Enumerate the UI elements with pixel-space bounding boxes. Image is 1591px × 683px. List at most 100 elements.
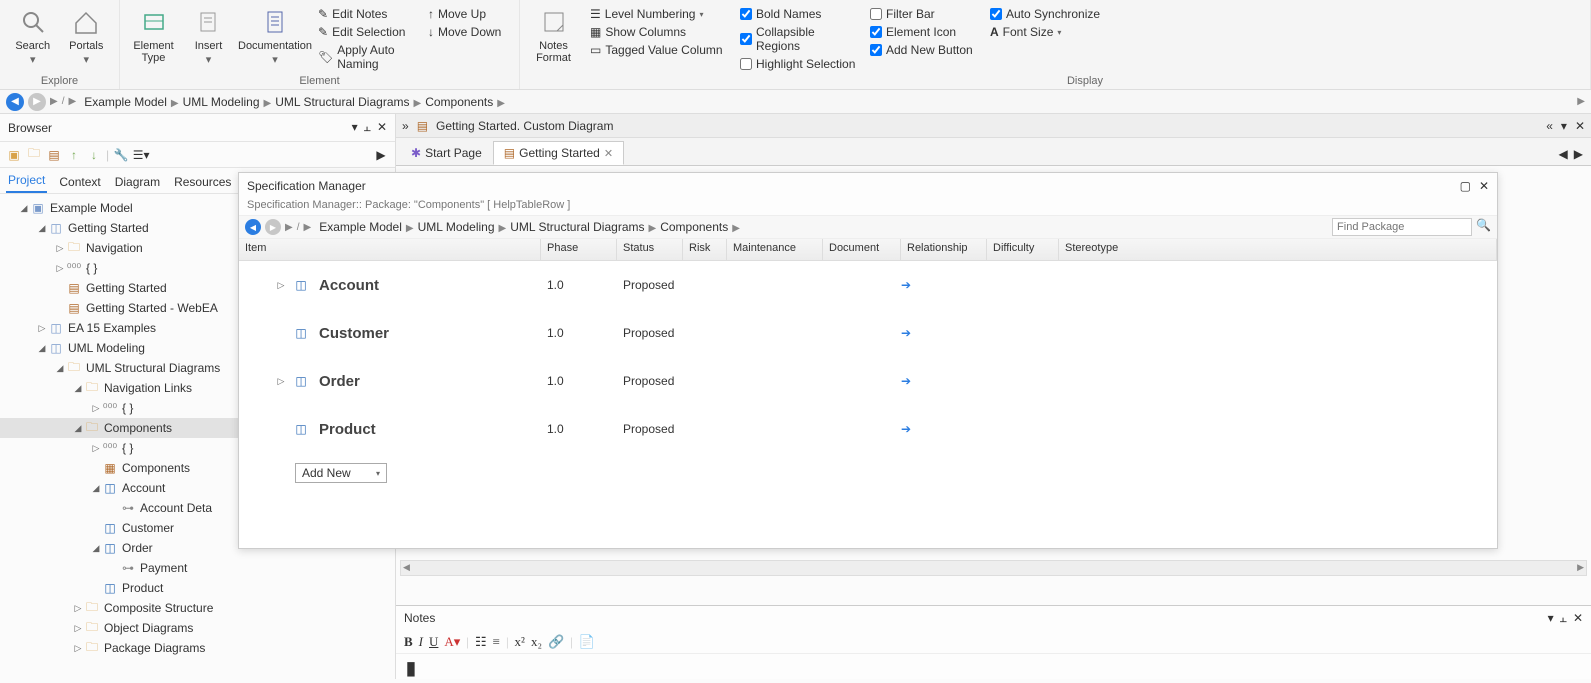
tree-item[interactable]: ▷🗀Composite Structure	[0, 598, 395, 618]
insert-button[interactable]: Insert▾	[181, 2, 236, 72]
tree-item[interactable]: ⊶Payment	[0, 558, 395, 578]
notes-format-button[interactable]: Notes Format	[526, 2, 581, 64]
edit-notes: ✎Edit Notes	[314, 6, 424, 22]
label: Element Type	[126, 40, 181, 64]
dropdown-icon[interactable]: ▾	[352, 120, 358, 135]
browser-header: Browser ▾ ⫠ ✕	[0, 114, 395, 142]
font-size[interactable]: AFont Size ▾	[986, 24, 1116, 40]
breadcrumb-items[interactable]: Example Model▶UML Modeling▶UML Structura…	[80, 95, 505, 109]
doc-button[interactable]: 📄	[579, 634, 595, 650]
apply-auto-naming[interactable]: 🏷Apply Auto Naming	[314, 42, 424, 72]
scroll-left-icon[interactable]: ◀	[1559, 147, 1568, 161]
collapse-icon[interactable]: «	[1546, 119, 1553, 133]
col-phase[interactable]: Phase	[541, 239, 617, 260]
nav-back-button[interactable]: ◀	[6, 93, 24, 111]
close-icon[interactable]: ✕	[1573, 611, 1583, 626]
spec-row[interactable]: ◫Customer1.0Proposed➔	[239, 309, 1497, 357]
add-new-button[interactable]: Add New▾	[295, 463, 387, 483]
specification-manager: Specification Manager ▢ ✕ Specification …	[238, 172, 1498, 549]
portals-button[interactable]: Portals▾	[60, 2, 114, 66]
bold-names-check[interactable]: Bold Names	[736, 6, 866, 22]
find-package-input[interactable]	[1332, 218, 1472, 236]
tab-getting-started[interactable]: ▤Getting Started✕	[493, 141, 624, 165]
col-risk[interactable]: Risk	[683, 239, 727, 260]
tab-start-page[interactable]: ✱Start Page	[400, 141, 493, 165]
close-icon[interactable]: ✕	[1575, 119, 1585, 133]
notes-panel: Notes ▾ ⫠ ✕ B I U A▾ | ☷ ≡ | x² x₂ 🔗 |	[396, 605, 1591, 679]
show-columns[interactable]: ▦Show Columns	[586, 24, 736, 40]
up-icon[interactable]: ↑	[66, 147, 82, 163]
tab-resources[interactable]: Resources	[172, 171, 233, 193]
h-scrollbar[interactable]: ◀ ▶	[400, 560, 1587, 576]
col-item[interactable]: Item	[239, 239, 541, 260]
pin-icon[interactable]: ⫠	[1560, 611, 1567, 626]
tree-item[interactable]: ▷🗀Object Diagrams	[0, 618, 395, 638]
close-icon[interactable]: ✕	[604, 147, 613, 160]
down-icon[interactable]: ↓	[86, 147, 102, 163]
move-up: ↑Move Up	[424, 6, 512, 22]
col-relationship[interactable]: Relationship	[901, 239, 987, 260]
documentation-button[interactable]: Documentation▾	[236, 2, 314, 72]
spec-row[interactable]: ▷◫Account1.0Proposed➔	[239, 261, 1497, 309]
element-type-button[interactable]: Element Type	[126, 2, 181, 72]
pin-icon[interactable]: ⫠	[364, 120, 371, 135]
diagram-icon[interactable]: ▤	[46, 147, 62, 163]
add-new-check[interactable]: Add New Button	[866, 42, 986, 58]
folder-icon[interactable]: 🗀	[26, 147, 42, 163]
tagged-value-column[interactable]: ▭Tagged Value Column	[586, 42, 736, 58]
dropdown-icon[interactable]: ▾	[1561, 119, 1567, 133]
search-icon[interactable]: 🔍	[1476, 218, 1491, 236]
col-status[interactable]: Status	[617, 239, 683, 260]
scroll-right-icon[interactable]: ▶	[1574, 147, 1583, 161]
collapsible-check[interactable]: Collapsible Regions	[736, 24, 866, 54]
group-label: Element	[120, 75, 519, 87]
bold-button[interactable]: B	[404, 634, 413, 650]
highlight-check[interactable]: Highlight Selection	[736, 56, 866, 72]
tree-item[interactable]: ◫Product	[0, 578, 395, 598]
label: Notes Format	[526, 40, 581, 64]
search-icon	[17, 6, 49, 38]
nav-back-button[interactable]: ◀	[245, 219, 261, 235]
new-pkg-icon[interactable]: ▣	[6, 147, 22, 163]
level-numbering[interactable]: ☰Level Numbering ▾	[586, 6, 736, 22]
col-document[interactable]: Document	[823, 239, 901, 260]
collapse-icon[interactable]: ▶	[373, 147, 389, 163]
italic-button[interactable]: I	[419, 634, 423, 650]
diagram-type-icon: ▤	[417, 119, 428, 133]
wrench-icon[interactable]: 🔧	[113, 147, 129, 163]
auto-sync-check[interactable]: Auto Synchronize	[986, 6, 1116, 22]
arrow-down-icon: ↓	[428, 25, 434, 39]
superscript-button[interactable]: x²	[515, 634, 525, 650]
col-maintenance[interactable]: Maintenance	[727, 239, 823, 260]
font-color-button[interactable]: A▾	[444, 634, 460, 650]
element-icon-check[interactable]: Element Icon	[866, 24, 986, 40]
tab-project[interactable]: Project	[6, 169, 47, 193]
doc-icon	[259, 6, 291, 38]
spec-row[interactable]: ◫Product1.0Proposed➔	[239, 405, 1497, 453]
underline-button[interactable]: U	[429, 634, 438, 650]
tab-diagram[interactable]: Diagram	[113, 171, 162, 193]
search-button[interactable]: Search▾	[6, 2, 60, 66]
maximize-icon[interactable]: ▢	[1460, 179, 1471, 193]
tab-context[interactable]: Context	[57, 171, 102, 193]
spec-row[interactable]: ▷◫Order1.0Proposed➔	[239, 357, 1497, 405]
nav-forward-button[interactable]: ▶	[265, 219, 281, 235]
dropdown-icon[interactable]: ▾	[1548, 611, 1554, 626]
hamburger-icon[interactable]: ☰▾	[133, 147, 149, 163]
nav-forward-button[interactable]: ▶	[28, 93, 46, 111]
list-button[interactable]: ☷	[475, 634, 487, 650]
breadcrumb-expand[interactable]: ▶	[1577, 96, 1585, 107]
notes-title: Notes	[404, 611, 435, 625]
spec-body[interactable]: ▷◫Account1.0Proposed➔◫Customer1.0Propose…	[239, 261, 1497, 548]
close-icon[interactable]: ✕	[377, 120, 387, 135]
col-difficulty[interactable]: Difficulty	[987, 239, 1059, 260]
pencil-icon: ✎	[318, 25, 328, 39]
filter-bar-check[interactable]: Filter Bar	[866, 6, 986, 22]
subscript-button[interactable]: x₂	[531, 634, 542, 650]
close-icon[interactable]: ✕	[1479, 179, 1489, 193]
tree-item[interactable]: ▷🗀Package Diagrams	[0, 638, 395, 658]
expand-icon[interactable]: »	[402, 119, 409, 133]
numlist-button[interactable]: ≡	[493, 634, 500, 650]
col-stereotype[interactable]: Stereotype	[1059, 239, 1497, 260]
link-button[interactable]: 🔗	[548, 634, 564, 650]
